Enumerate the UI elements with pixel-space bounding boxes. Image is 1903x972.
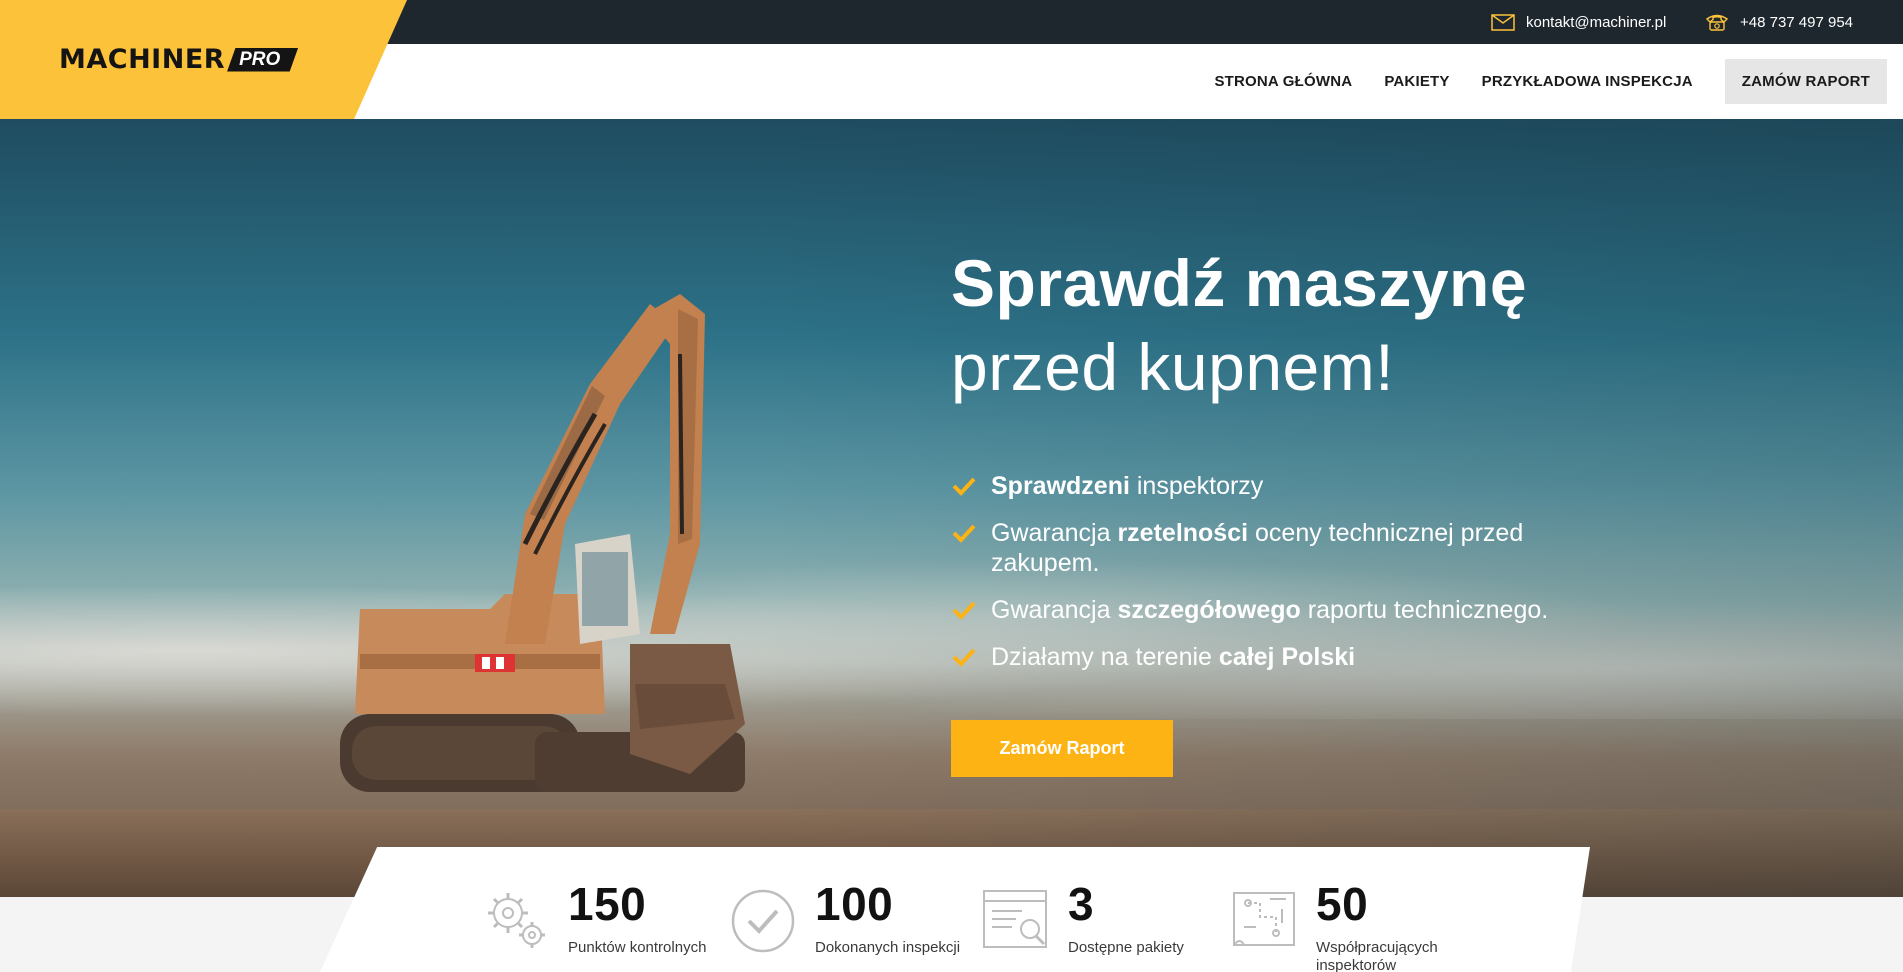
stat-item: 100 Dokonanych inspekcji: [729, 879, 965, 957]
stat-label: Współpracujących inspektorów: [1316, 939, 1438, 972]
stat-label: Dostępne pakiety: [1068, 939, 1184, 956]
check-icon: [952, 601, 976, 620]
stat-text: 50 Współpracujących inspektorów: [1316, 879, 1466, 972]
feature-item: Gwarancja rzetelności oceny technicznej …: [951, 518, 1591, 578]
nav-item-sample-inspection[interactable]: PRZYKŁADOWA INSPEKCJA: [1482, 73, 1693, 90]
order-report-button[interactable]: Zamów Raport: [951, 720, 1173, 777]
feature-text-bold: szczegółowego: [1117, 596, 1301, 624]
contact-phone-text[interactable]: +48 737 497 954: [1740, 14, 1853, 31]
feature-text-bold: rzetelności: [1117, 519, 1249, 547]
stat-item: 150 Punktów kontrolnych: [482, 879, 718, 957]
contact-email-text[interactable]: kontakt@machiner.pl: [1526, 14, 1666, 31]
stat-label: Dokonanych inspekcji: [815, 939, 961, 956]
check-icon: [952, 477, 976, 496]
hero-title-line-1: Sprawdź maszynę: [951, 246, 1528, 320]
logo[interactable]: MACHINER PRO: [59, 44, 299, 75]
search-document-icon: [983, 890, 1047, 948]
stat-text: 100 Dokonanych inspekcji: [815, 879, 965, 957]
hero-title-line-2: przed kupnem!: [951, 330, 1395, 404]
logo-pro-badge: PRO: [227, 47, 299, 72]
nav-item-home[interactable]: STRONA GŁÓWNA: [1214, 73, 1352, 90]
phone-icon: [1704, 13, 1730, 31]
nav-item-packages[interactable]: PAKIETY: [1384, 73, 1449, 90]
stat-number: 50: [1316, 878, 1369, 930]
feature-item: Gwarancja szczegółowego raportu technicz…: [951, 595, 1591, 625]
feature-text: Gwarancja: [991, 519, 1118, 547]
stat-number: 150: [568, 878, 647, 930]
check-circle-icon: [731, 889, 795, 953]
feature-text: inspektorzy: [1129, 472, 1264, 500]
stat-item: 50 Współpracujących inspektorów: [1230, 879, 1466, 972]
check-icon: [952, 648, 976, 667]
stat-text: 150 Punktów kontrolnych: [568, 879, 718, 957]
stat-number: 3: [1068, 878, 1095, 930]
main-nav: STRONA GŁÓWNA PAKIETY PRZYKŁADOWA INSPEK…: [1182, 44, 1887, 119]
gears-icon: [488, 893, 545, 948]
feature-item: Działamy na terenie całej Polski: [951, 642, 1591, 672]
feature-text-bold: całej Polski: [1218, 643, 1356, 671]
hero-section: Sprawdź maszynę przed kupnem! Sprawdzeni…: [0, 119, 1903, 897]
feature-text: Gwarancja: [991, 596, 1118, 624]
feature-item: Sprawdzeni inspektorzy: [951, 471, 1591, 501]
stat-item: 3 Dostępne pakiety: [982, 879, 1218, 957]
envelope-icon: [1490, 13, 1516, 31]
map-icon: [1233, 892, 1295, 946]
contact-phone[interactable]: +48 737 497 954: [1704, 0, 1853, 44]
feature-text: Działamy na terenie: [991, 643, 1219, 671]
feature-text: raportu technicznego.: [1300, 596, 1549, 624]
hero-content: Sprawdź maszynę przed kupnem! Sprawdzeni…: [951, 241, 1711, 689]
feature-text-bold: Sprawdzeni: [991, 472, 1130, 500]
stat-number: 100: [815, 878, 894, 930]
logo-brand-text: MACHINER: [59, 44, 226, 75]
nav-order-report-button[interactable]: ZAMÓW RAPORT: [1724, 59, 1887, 104]
hero-title: Sprawdź maszynę przed kupnem!: [951, 241, 1711, 409]
contact-email[interactable]: kontakt@machiner.pl: [1490, 0, 1666, 44]
check-icon: [952, 524, 976, 543]
feature-list: Sprawdzeni inspektorzy Gwarancja rzeteln…: [951, 471, 1711, 672]
stat-text: 3 Dostępne pakiety: [1068, 879, 1218, 957]
stat-label: Punktów kontrolnych: [568, 939, 707, 956]
